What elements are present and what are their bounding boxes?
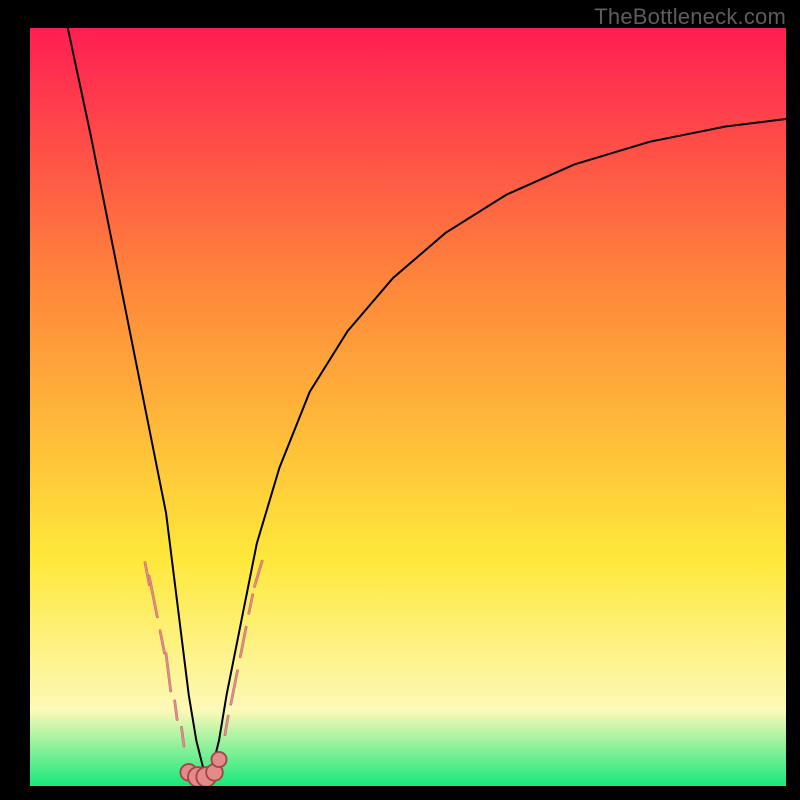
plot-frame xyxy=(30,28,786,786)
gradient-background xyxy=(30,28,786,786)
curve-marker xyxy=(211,752,226,767)
watermark-text: TheBottleneck.com xyxy=(594,4,786,30)
bottleneck-chart xyxy=(30,28,786,786)
